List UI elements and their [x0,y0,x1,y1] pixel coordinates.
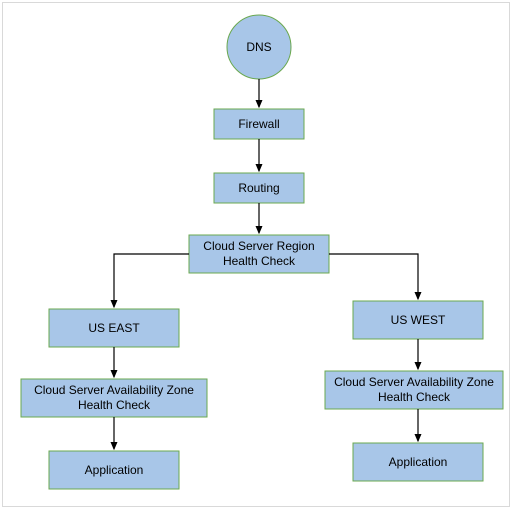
east-application-label: Application [49,451,179,489]
west-az-check-label: Cloud Server Availability Zone Health Ch… [325,371,503,409]
region-health-check-label: Cloud Server Region Health Check [189,235,329,273]
west-application-label: Application [353,443,483,481]
firewall-label: Firewall [214,109,304,139]
edge-region-west [329,254,418,299]
diagram-canvas: DNS Firewall Routing Cloud Server Region… [2,2,510,507]
us-west-label: US WEST [353,301,483,339]
edge-region-east [114,254,189,307]
us-east-label: US EAST [49,309,179,347]
east-az-check-label: Cloud Server Availability Zone Health Ch… [21,379,207,417]
dns-label: DNS [227,31,291,63]
routing-label: Routing [214,173,304,203]
